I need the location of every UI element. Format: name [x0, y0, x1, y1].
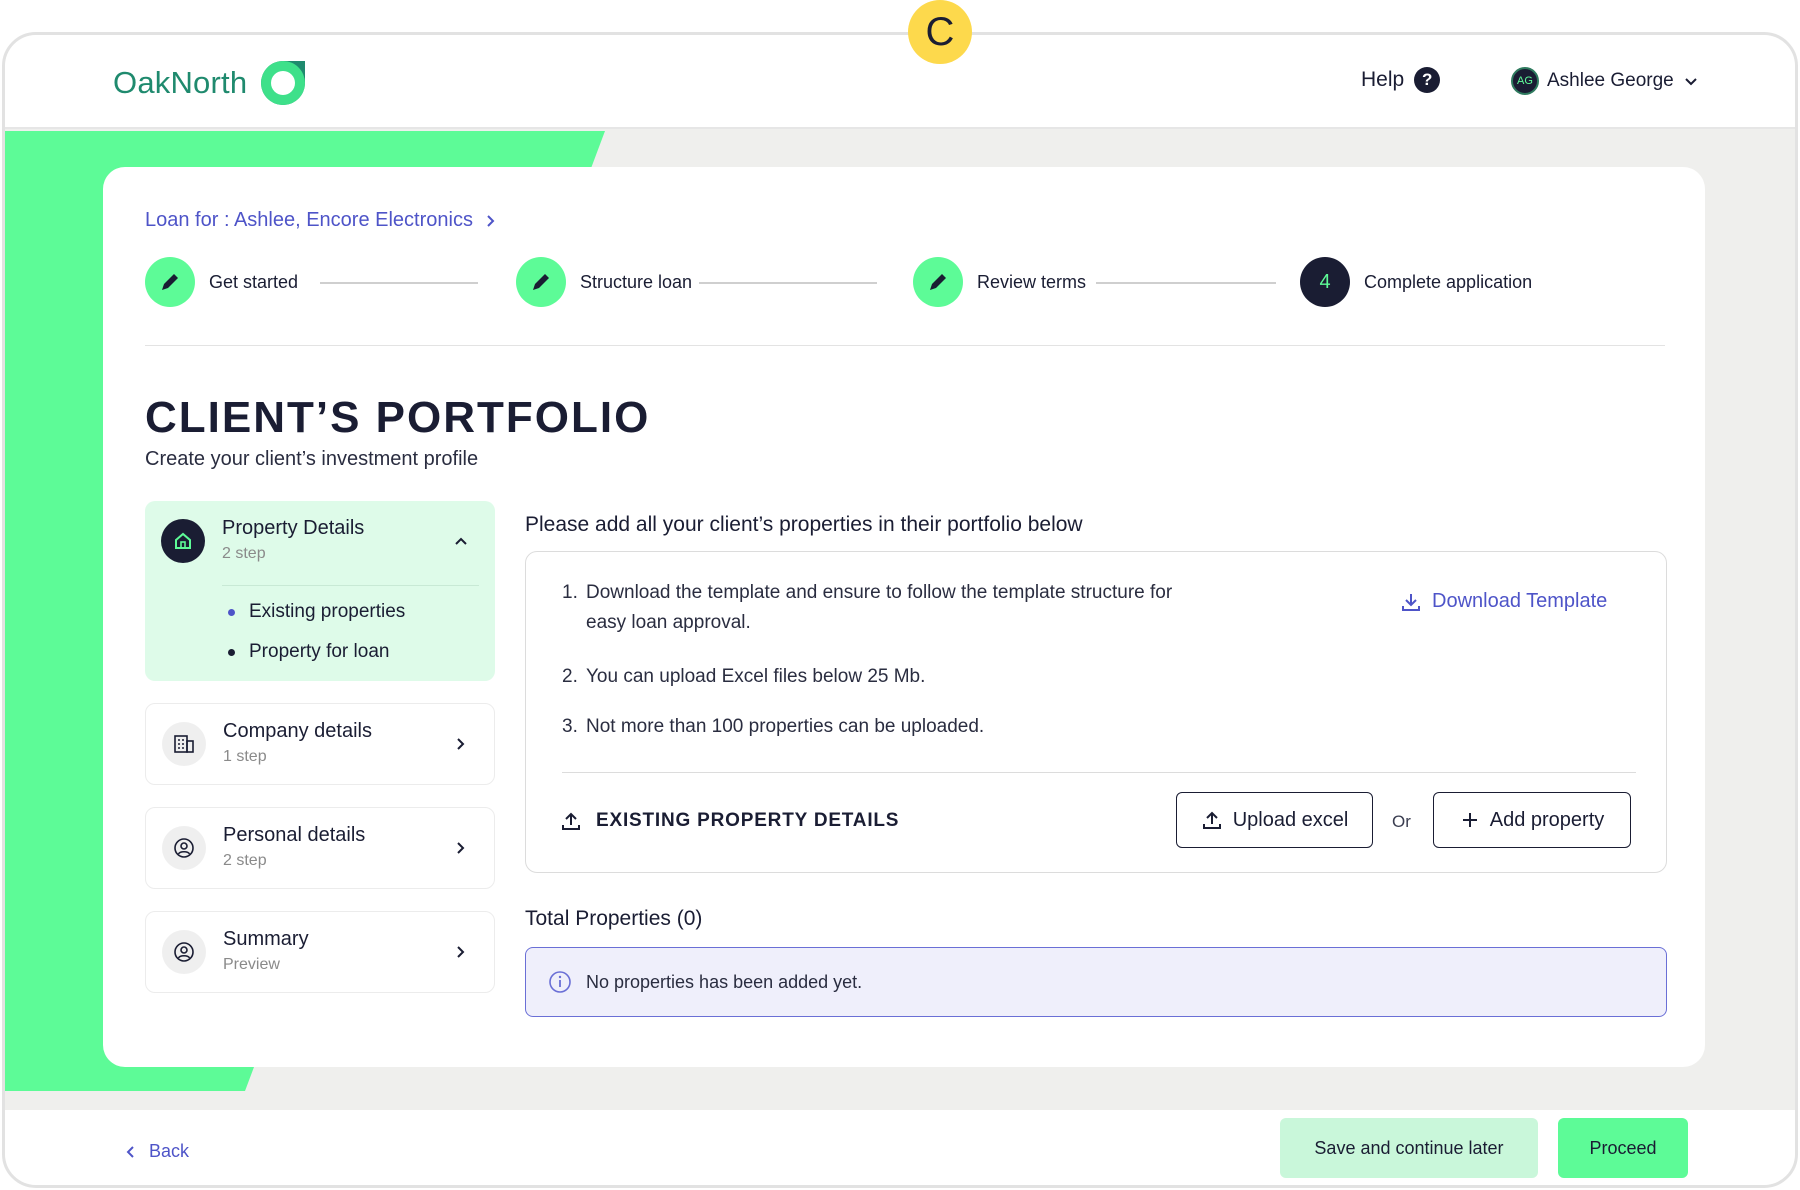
submenu-label: Existing properties: [249, 601, 406, 622]
step-connector: [699, 282, 877, 284]
step-review-terms[interactable]: Review terms: [913, 257, 1086, 307]
add-property-label: Add property: [1489, 808, 1605, 831]
step-label: Get started: [209, 271, 299, 292]
annotation-marker-label: C: [925, 9, 955, 54]
step-connector: [320, 282, 478, 284]
question-icon: ?: [1414, 67, 1441, 93]
download-template-link[interactable]: Download Template: [1400, 590, 1607, 613]
back-button[interactable]: Back: [123, 1141, 189, 1162]
pencil-icon: [145, 257, 195, 307]
chevron-right-icon: [487, 214, 495, 227]
menu-summary[interactable]: Summary Preview: [145, 911, 495, 993]
help-label: Help: [1361, 68, 1405, 91]
chevron-right-icon: [457, 946, 465, 958]
user-name: Ashlee George: [1547, 70, 1674, 91]
chevron-right-icon: [457, 738, 465, 750]
application-card: Loan for : Ashlee, Encore Electronics Ge…: [103, 167, 1705, 1067]
building-icon: [162, 722, 206, 766]
proceed-button[interactable]: Proceed: [1558, 1118, 1688, 1178]
step-label: Review terms: [977, 271, 1087, 292]
menu-property-details[interactable]: Property Details 2 step Existing propert…: [145, 501, 495, 681]
pencil-icon: [913, 257, 963, 307]
divider: [222, 585, 479, 586]
upload-icon: [1202, 811, 1221, 829]
step-get-started[interactable]: Get started: [145, 257, 298, 307]
page-title: CLIENT’S PORTFOLIO: [145, 393, 651, 442]
chevron-right-icon: [457, 842, 465, 854]
pencil-icon: [516, 257, 566, 307]
download-icon: [1402, 593, 1420, 611]
chevron-left-icon: [126, 1145, 134, 1158]
submenu-property-for-loan[interactable]: Property for loan: [228, 641, 389, 663]
empty-state-message: No properties has been added yet.: [586, 971, 863, 992]
divider: [145, 345, 1665, 346]
section-intro: Please add all your client’s properties …: [525, 513, 1083, 536]
or-separator: Or: [1392, 812, 1411, 831]
oaknorth-logo[interactable]: OakNorth: [113, 55, 311, 111]
step-label: Structure loan: [580, 271, 693, 292]
instruction-text: Not more than 100 properties can be uplo…: [586, 716, 985, 737]
logo-ring-icon: [261, 61, 306, 105]
submenu-existing-properties[interactable]: Existing properties: [228, 601, 405, 623]
upload-instructions-box: 1. Download the template and ensure to fo…: [525, 551, 1667, 873]
menu-item-sub: Preview: [223, 956, 280, 973]
logo-text: OakNorth: [113, 65, 248, 100]
upload-icon: [562, 812, 580, 830]
help-link[interactable]: Help ?: [1361, 67, 1441, 93]
step-structure-loan[interactable]: Structure loan: [516, 257, 692, 307]
upload-excel-label: Upload excel: [1232, 808, 1349, 831]
user-circle-icon: [162, 826, 206, 870]
empty-state-notice: No properties has been added yet.: [525, 947, 1667, 1017]
menu-item-title: Company details: [223, 720, 372, 742]
menu-personal-details[interactable]: Personal details 2 step: [145, 807, 495, 889]
page-subtitle: Create your client’s investment profile: [145, 448, 479, 470]
user-circle-icon: [162, 930, 206, 974]
instruction-number: 3.: [562, 716, 578, 737]
top-navigation-bar: OakNorth Help ? AG Ashlee George: [5, 35, 1795, 129]
menu-item-sub: 2 step: [223, 852, 267, 869]
instruction-item: 3. Not more than 100 properties can be up…: [562, 712, 984, 742]
divider: [562, 772, 1636, 773]
progress-stepper: Get started Structure loan Review terms …: [145, 257, 1665, 309]
step-number-badge: 4: [1300, 257, 1350, 307]
instruction-number: 2.: [562, 666, 578, 687]
menu-item-sub: 1 step: [223, 748, 267, 765]
step-connector: [1096, 282, 1276, 284]
breadcrumb[interactable]: Loan for : Ashlee, Encore Electronics: [145, 209, 499, 232]
menu-company-details[interactable]: Company details 1 step: [145, 703, 495, 785]
submenu-label: Property for loan: [249, 641, 390, 662]
chevron-down-icon: [1685, 78, 1697, 86]
menu-item-sub: 2 step: [222, 545, 266, 562]
bullet-icon: [228, 608, 235, 616]
instruction-item: 1. Download the template and ensure to fo…: [562, 578, 1172, 638]
upload-excel-button[interactable]: Upload excel: [1176, 792, 1373, 848]
annotation-marker: C: [908, 0, 972, 64]
chevron-up-icon[interactable]: [451, 531, 471, 551]
total-properties-heading: Total Properties (0): [525, 907, 703, 930]
download-template-label: Download Template: [1432, 590, 1608, 612]
instruction-text: Download the template and ensure to foll…: [586, 582, 1173, 603]
menu-item-title: Property Details: [222, 517, 365, 539]
save-continue-later-button[interactable]: Save and continue later: [1280, 1118, 1538, 1178]
bullet-icon: [228, 648, 235, 656]
instruction-text: easy loan approval.: [586, 612, 751, 633]
info-icon: [549, 971, 571, 993]
instruction-number: 1.: [562, 582, 578, 603]
instruction-text: You can upload Excel files below 25 Mb.: [586, 666, 926, 687]
existing-heading-label: EXISTING PROPERTY DETAILS: [596, 810, 900, 831]
menu-item-title: Personal details: [223, 824, 366, 846]
menu-item-title: Summary: [223, 928, 309, 950]
step-complete-application[interactable]: 4 Complete application: [1300, 257, 1532, 307]
instruction-item: 2. You can upload Excel files below 25 Mb…: [562, 662, 925, 692]
back-label: Back: [149, 1141, 190, 1161]
existing-property-details-heading: EXISTING PROPERTY DETAILS: [560, 810, 899, 832]
app-window: OakNorth Help ? AG Ashlee George Loan fo…: [2, 32, 1798, 1188]
step-label: Complete application: [1364, 271, 1533, 292]
plus-icon: [1462, 813, 1477, 827]
breadcrumb-label: Loan for : Ashlee, Encore Electronics: [145, 209, 473, 231]
add-property-button[interactable]: Add property: [1433, 792, 1631, 848]
home-icon: [161, 519, 205, 563]
avatar: AG: [1511, 67, 1539, 95]
user-menu[interactable]: AG Ashlee George: [1511, 67, 1700, 95]
